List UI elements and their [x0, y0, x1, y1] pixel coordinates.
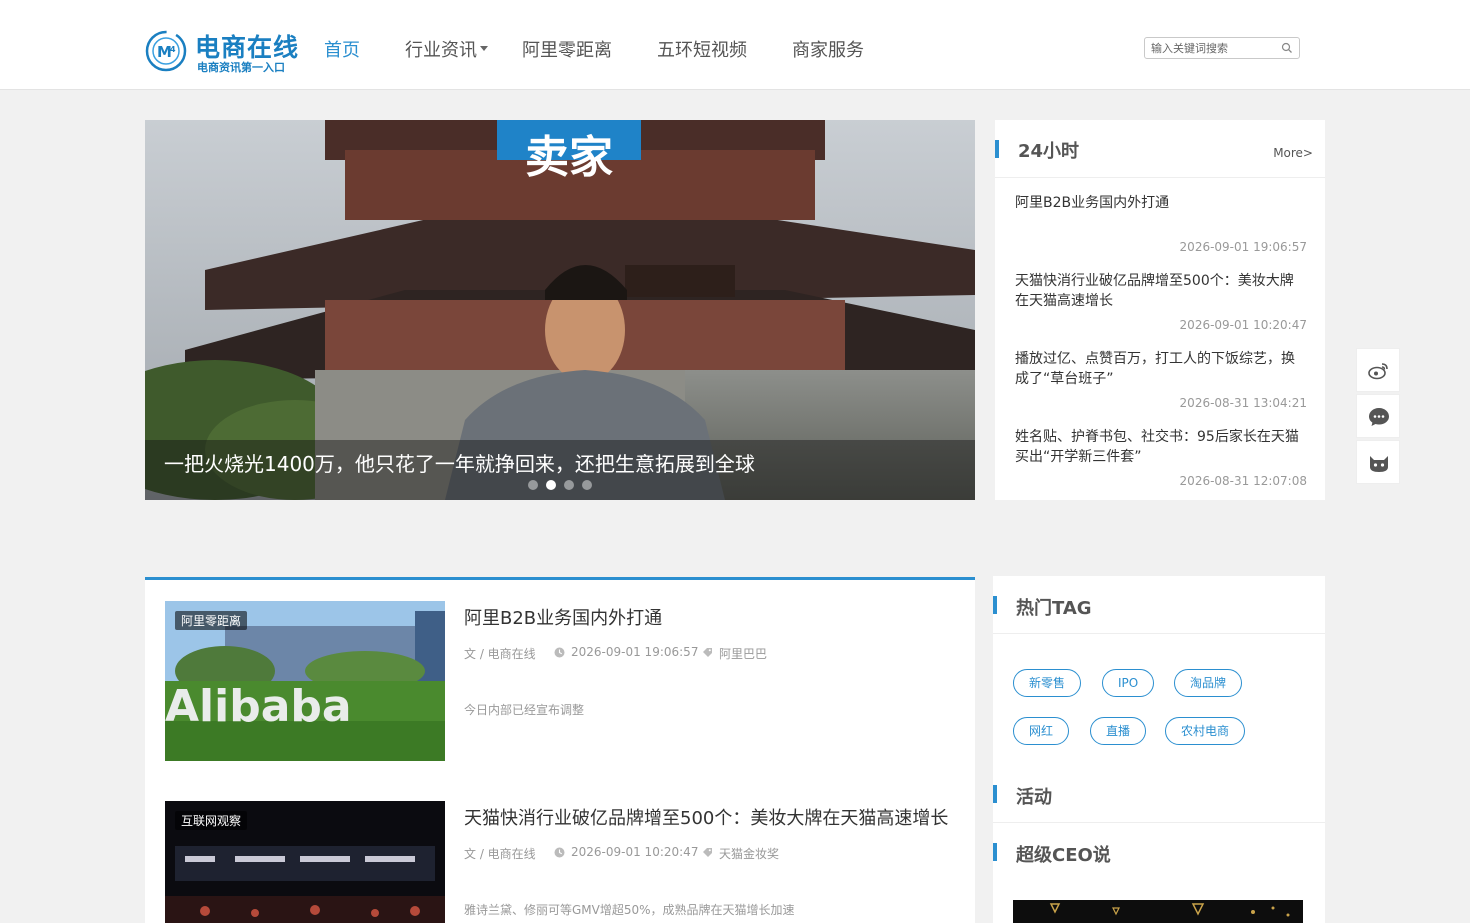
- article-description: 今日内部已经宣布调整: [464, 703, 585, 717]
- article-date: 2026-09-01 10:20:47: [571, 845, 699, 859]
- more-link[interactable]: More>: [1273, 146, 1313, 160]
- tag-pill[interactable]: 直播: [1090, 717, 1147, 745]
- logo-subtitle: 电商资讯第一入口: [197, 61, 285, 74]
- slider-dot-1[interactable]: [528, 480, 538, 490]
- nav-home[interactable]: 首页: [324, 36, 360, 62]
- slide-banner-text: 卖家: [525, 132, 613, 183]
- chat-icon: [1369, 408, 1389, 426]
- tag-pill[interactable]: 网红: [1013, 717, 1070, 745]
- search-box: [1144, 37, 1300, 59]
- search-icon[interactable]: [1281, 42, 1293, 54]
- slide-caption[interactable]: 一把火烧光1400万，他只花了一年就挣回来，还把生意拓展到全球: [164, 448, 755, 477]
- sidebar-divider: [993, 822, 1325, 823]
- article-thumbnail[interactable]: 互联网观察: [165, 801, 445, 923]
- clock-icon: [554, 847, 565, 858]
- article-list: Alibaba 阿里零距离 阿里B2B业务国内外打通 文 / 电商在线 2026…: [145, 577, 975, 923]
- hero-slider[interactable]: 卖家 一把火烧光1400万，他只花了一年就挣回来，还把生意拓展到全球: [145, 120, 975, 500]
- news-24h-date: 2026-08-31 12:07:08: [1179, 474, 1307, 488]
- news-24h-title: 播放过亿、点赞百万，打工人的下饭综艺，换成了“草台班子”: [1015, 351, 1295, 387]
- chat-button[interactable]: [1356, 394, 1400, 438]
- panel-title: 24小时: [1018, 141, 1080, 162]
- logo-mark-icon: M 4: [145, 30, 187, 72]
- news-24h-item[interactable]: 阿里B2B业务国内外打通 2026-09-01 19:06:57: [1015, 193, 1307, 255]
- news-24h-date: 2026-09-01 10:20:47: [1179, 318, 1307, 332]
- article-title[interactable]: 阿里B2B业务国内外打通: [464, 604, 662, 630]
- slider-dot-2[interactable]: [546, 480, 556, 490]
- activity-title: 活动: [1016, 787, 1052, 808]
- news-24h-title: 天猫快消行业破亿品牌增至500个：美妆大牌在天猫高速增长: [1015, 273, 1294, 309]
- tag-pill[interactable]: 淘品牌: [1174, 669, 1243, 697]
- tag-pill[interactable]: 农村电商: [1165, 717, 1246, 745]
- article-description: 雅诗兰黛、修丽可等GMV增超50%，成熟品牌在天猫增长加速: [464, 903, 795, 917]
- article-category-tag[interactable]: 阿里零距离: [175, 611, 248, 630]
- activity-accent-bar: [993, 785, 997, 803]
- tag-pill[interactable]: IPO: [1102, 669, 1155, 697]
- weibo-share-button[interactable]: [1356, 348, 1400, 392]
- right-sidebar: 热门TAG 新零售 IPO 淘品牌 网红 直播 农村电商 活动 超级CEO说: [993, 576, 1325, 923]
- ceo-banner-graphic: [1013, 900, 1303, 923]
- news-24h-title: 姓名贴、护脊书包、社交书：95后家长在天猫买出“开学新三件套”: [1015, 429, 1299, 465]
- ceo-banner-image[interactable]: [1013, 900, 1303, 923]
- slider-dot-3[interactable]: [564, 480, 574, 490]
- article-author: 文 / 电商在线: [464, 847, 536, 861]
- news-24h-date: 2026-09-01 19:06:57: [1179, 240, 1307, 254]
- article-author: 文 / 电商在线: [464, 647, 536, 661]
- mascot-icon: [1370, 456, 1388, 472]
- tag-icon: [703, 648, 712, 657]
- ceo-accent-bar: [993, 843, 997, 861]
- article-date: 2026-09-01 19:06:57: [571, 645, 699, 659]
- ceo-title: 超级CEO说: [1016, 845, 1111, 866]
- article-keyword[interactable]: 阿里巴巴: [719, 645, 767, 662]
- mascot-button[interactable]: [1356, 440, 1400, 484]
- slider-dot-4[interactable]: [582, 480, 592, 490]
- site-header: M 4 电商在线 电商资讯第一入口 首页 行业资讯 阿里零距离 五环短视频 商家…: [0, 0, 1470, 90]
- news-24h-item[interactable]: 天猫快消行业破亿品牌增至500个：美妆大牌在天猫高速增长 2026-09-01 …: [1015, 271, 1307, 333]
- tag-pill[interactable]: 新零售: [1013, 669, 1082, 697]
- hot-tag-accent-bar: [993, 596, 997, 614]
- article-keyword[interactable]: 天猫金妆奖: [719, 845, 779, 862]
- tag-icon: [703, 848, 712, 857]
- nav-industry-news[interactable]: 行业资讯: [405, 36, 477, 62]
- hot-tag-title: 热门TAG: [1016, 598, 1092, 619]
- chevron-down-icon: [480, 46, 488, 51]
- news-24h-item[interactable]: 姓名贴、护脊书包、社交书：95后家长在天猫买出“开学新三件套” 2026-08-…: [1015, 427, 1307, 489]
- news-24h-title: 阿里B2B业务国内外打通: [1015, 195, 1170, 211]
- article-item[interactable]: 互联网观察 天猫快消行业破亿品牌增至500个：美妆大牌在天猫高速增长 文 / 电…: [165, 801, 955, 923]
- thumb-logo-text: Alibaba: [165, 681, 352, 732]
- article-item[interactable]: Alibaba 阿里零距离 阿里B2B业务国内外打通 文 / 电商在线 2026…: [165, 601, 955, 761]
- article-title[interactable]: 天猫快消行业破亿品牌增至500个：美妆大牌在天猫高速增长: [464, 804, 948, 830]
- article-thumbnail[interactable]: Alibaba 阿里零距离: [165, 601, 445, 761]
- panel-divider: [995, 177, 1325, 178]
- nav-ali-zero-distance[interactable]: 阿里零距离: [522, 36, 612, 62]
- site-logo[interactable]: M 4 电商在线 电商资讯第一入口: [145, 28, 298, 74]
- panel-accent-bar: [995, 140, 999, 158]
- news-24h-item[interactable]: 播放过亿、点赞百万，打工人的下饭综艺，换成了“草台班子” 2026-08-31 …: [1015, 349, 1307, 411]
- nav-short-video[interactable]: 五环短视频: [657, 36, 747, 62]
- sidebar-divider: [993, 633, 1325, 634]
- weibo-icon: [1368, 363, 1388, 380]
- article-category-tag[interactable]: 互联网观察: [175, 811, 248, 830]
- search-input[interactable]: [1151, 39, 1276, 57]
- clock-icon: [554, 647, 565, 658]
- nav-merchant-services[interactable]: 商家服务: [792, 36, 864, 62]
- news-24h-panel: 24小时 More> 阿里B2B业务国内外打通 2026-09-01 19:06…: [995, 120, 1325, 500]
- news-24h-date: 2026-08-31 13:04:21: [1179, 396, 1307, 410]
- svg-text:4: 4: [170, 45, 176, 54]
